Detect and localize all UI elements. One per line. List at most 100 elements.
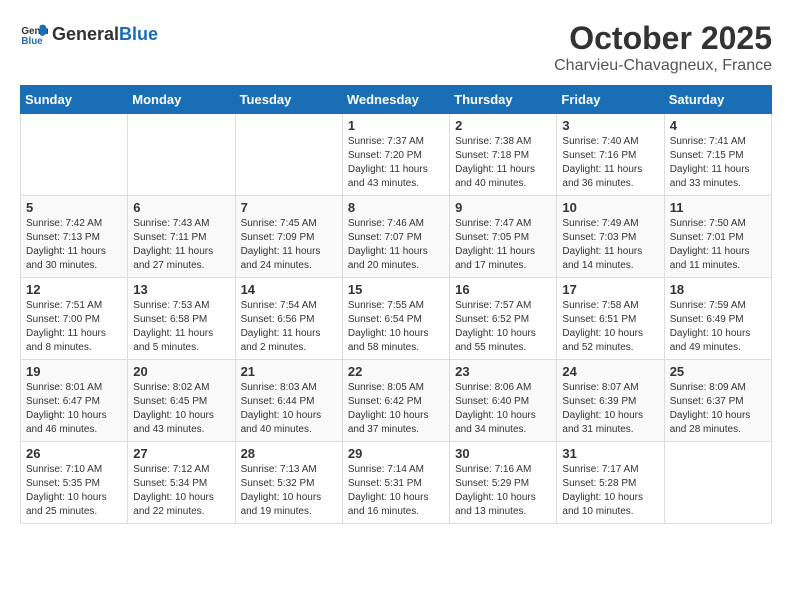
day-info: Sunrise: 7:59 AM Sunset: 6:49 PM Dayligh… [670, 299, 766, 355]
svg-text:Blue: Blue [21, 36, 43, 47]
logo-icon: General Blue [20, 20, 48, 48]
calendar-cell [235, 114, 342, 196]
calendar-cell: 20 Sunrise: 8:02 AM Sunset: 6:45 PM Dayli… [128, 360, 235, 442]
day-number: 2 [455, 118, 551, 133]
logo: General Blue GeneralBlue [20, 20, 158, 48]
calendar-cell: 28 Sunrise: 7:13 AM Sunset: 5:32 PM Dayli… [235, 442, 342, 524]
calendar-cell [128, 114, 235, 196]
day-info: Sunrise: 7:45 AM Sunset: 7:09 PM Dayligh… [241, 217, 337, 273]
weekday-header-row: SundayMondayTuesdayWednesdayThursdayFrid… [21, 86, 772, 114]
location-title: Charvieu-Chavagneux, France [554, 57, 772, 75]
day-number: 6 [133, 200, 229, 215]
week-row-5: 26 Sunrise: 7:10 AM Sunset: 5:35 PM Dayli… [21, 442, 772, 524]
day-info: Sunrise: 7:17 AM Sunset: 5:28 PM Dayligh… [562, 463, 658, 519]
calendar-cell: 8 Sunrise: 7:46 AM Sunset: 7:07 PM Daylig… [342, 196, 449, 278]
calendar-cell [21, 114, 128, 196]
calendar-cell: 12 Sunrise: 7:51 AM Sunset: 7:00 PM Dayli… [21, 278, 128, 360]
calendar-cell: 13Sunrise: 7:53 AM Sunset: 6:58 PM Dayli… [128, 278, 235, 360]
day-info: Sunrise: 7:42 AM Sunset: 7:13 PM Dayligh… [26, 217, 122, 273]
day-number: 28 [241, 446, 337, 461]
day-number: 14 [241, 282, 337, 297]
day-number: 12 [26, 282, 122, 297]
calendar-cell: 15 Sunrise: 7:55 AM Sunset: 6:54 PM Dayli… [342, 278, 449, 360]
day-info: Sunrise: 7:46 AM Sunset: 7:07 PM Dayligh… [348, 217, 444, 273]
day-number: 3 [562, 118, 658, 133]
title-area: October 2025 Charvieu-Chavagneux, France [554, 20, 772, 75]
day-number: 24 [562, 364, 658, 379]
calendar-cell: 14 Sunrise: 7:54 AM Sunset: 6:56 PM Dayli… [235, 278, 342, 360]
day-info: Sunrise: 7:57 AM Sunset: 6:52 PM Dayligh… [455, 299, 551, 355]
calendar-cell: 27Sunrise: 7:12 AM Sunset: 5:34 PM Dayli… [128, 442, 235, 524]
logo-blue-text: Blue [119, 24, 158, 45]
day-info: Sunrise: 8:07 AM Sunset: 6:39 PM Dayligh… [562, 381, 658, 437]
day-number: 1 [348, 118, 444, 133]
day-number: 15 [348, 282, 444, 297]
calendar-cell [664, 442, 771, 524]
day-number: 31 [562, 446, 658, 461]
calendar-cell: 11 Sunrise: 7:50 AM Sunset: 7:01 PM Dayli… [664, 196, 771, 278]
day-number: 29 [348, 446, 444, 461]
weekday-header-sunday: Sunday [21, 86, 128, 114]
calendar-cell: 7 Sunrise: 7:45 AM Sunset: 7:09 PM Daylig… [235, 196, 342, 278]
day-info: Sunrise: 7:10 AM Sunset: 5:35 PM Dayligh… [26, 463, 122, 519]
day-info: Sunrise: 7:38 AM Sunset: 7:18 PM Dayligh… [455, 135, 551, 191]
day-number: 18 [670, 282, 766, 297]
day-number: 25 [670, 364, 766, 379]
day-number: 20 [133, 364, 229, 379]
day-number: 11 [670, 200, 766, 215]
day-info: Sunrise: 7:40 AM Sunset: 7:16 PM Dayligh… [562, 135, 658, 191]
calendar-cell: 5Sunrise: 7:42 AM Sunset: 7:13 PM Daylig… [21, 196, 128, 278]
calendar-cell: 23 Sunrise: 8:06 AM Sunset: 6:40 PM Dayli… [450, 360, 557, 442]
day-number: 23 [455, 364, 551, 379]
day-info: Sunrise: 7:12 AM Sunset: 5:34 PM Dayligh… [133, 463, 229, 519]
day-info: Sunrise: 7:50 AM Sunset: 7:01 PM Dayligh… [670, 217, 766, 273]
calendar-cell: 22 Sunrise: 8:05 AM Sunset: 6:42 PM Dayli… [342, 360, 449, 442]
calendar-cell: 19Sunrise: 8:01 AM Sunset: 6:47 PM Dayli… [21, 360, 128, 442]
day-info: Sunrise: 7:49 AM Sunset: 7:03 PM Dayligh… [562, 217, 658, 273]
weekday-header-thursday: Thursday [450, 86, 557, 114]
calendar-cell: 3 Sunrise: 7:40 AM Sunset: 7:16 PM Daylig… [557, 114, 664, 196]
week-row-2: 5Sunrise: 7:42 AM Sunset: 7:13 PM Daylig… [21, 196, 772, 278]
day-info: Sunrise: 7:58 AM Sunset: 6:51 PM Dayligh… [562, 299, 658, 355]
weekday-header-friday: Friday [557, 86, 664, 114]
calendar-cell: 25Sunrise: 8:09 AM Sunset: 6:37 PM Dayli… [664, 360, 771, 442]
day-number: 30 [455, 446, 551, 461]
day-number: 16 [455, 282, 551, 297]
calendar-cell: 2 Sunrise: 7:38 AM Sunset: 7:18 PM Daylig… [450, 114, 557, 196]
day-info: Sunrise: 8:05 AM Sunset: 6:42 PM Dayligh… [348, 381, 444, 437]
calendar-cell: 30Sunrise: 7:16 AM Sunset: 5:29 PM Dayli… [450, 442, 557, 524]
day-info: Sunrise: 7:53 AM Sunset: 6:58 PM Dayligh… [133, 299, 229, 355]
calendar-cell: 9Sunrise: 7:47 AM Sunset: 7:05 PM Daylig… [450, 196, 557, 278]
day-number: 26 [26, 446, 122, 461]
day-number: 22 [348, 364, 444, 379]
day-info: Sunrise: 7:55 AM Sunset: 6:54 PM Dayligh… [348, 299, 444, 355]
day-number: 8 [348, 200, 444, 215]
calendar-cell: 29Sunrise: 7:14 AM Sunset: 5:31 PM Dayli… [342, 442, 449, 524]
calendar-cell: 10 Sunrise: 7:49 AM Sunset: 7:03 PM Dayli… [557, 196, 664, 278]
calendar-cell: 24 Sunrise: 8:07 AM Sunset: 6:39 PM Dayli… [557, 360, 664, 442]
day-info: Sunrise: 7:47 AM Sunset: 7:05 PM Dayligh… [455, 217, 551, 273]
week-row-4: 19Sunrise: 8:01 AM Sunset: 6:47 PM Dayli… [21, 360, 772, 442]
day-info: Sunrise: 7:13 AM Sunset: 5:32 PM Dayligh… [241, 463, 337, 519]
day-info: Sunrise: 7:41 AM Sunset: 7:15 PM Dayligh… [670, 135, 766, 191]
week-row-1: 1Sunrise: 7:37 AM Sunset: 7:20 PM Daylig… [21, 114, 772, 196]
day-info: Sunrise: 8:02 AM Sunset: 6:45 PM Dayligh… [133, 381, 229, 437]
day-info: Sunrise: 7:54 AM Sunset: 6:56 PM Dayligh… [241, 299, 337, 355]
weekday-header-monday: Monday [128, 86, 235, 114]
weekday-header-tuesday: Tuesday [235, 86, 342, 114]
weekday-header-saturday: Saturday [664, 86, 771, 114]
day-number: 7 [241, 200, 337, 215]
calendar-cell: 4Sunrise: 7:41 AM Sunset: 7:15 PM Daylig… [664, 114, 771, 196]
day-number: 17 [562, 282, 658, 297]
day-info: Sunrise: 8:03 AM Sunset: 6:44 PM Dayligh… [241, 381, 337, 437]
calendar-cell: 1Sunrise: 7:37 AM Sunset: 7:20 PM Daylig… [342, 114, 449, 196]
calendar-cell: 17 Sunrise: 7:58 AM Sunset: 6:51 PM Dayli… [557, 278, 664, 360]
calendar-cell: 18 Sunrise: 7:59 AM Sunset: 6:49 PM Dayli… [664, 278, 771, 360]
calendar: SundayMondayTuesdayWednesdayThursdayFrid… [20, 85, 772, 524]
day-info: Sunrise: 8:06 AM Sunset: 6:40 PM Dayligh… [455, 381, 551, 437]
day-info: Sunrise: 7:51 AM Sunset: 7:00 PM Dayligh… [26, 299, 122, 355]
calendar-cell: 16 Sunrise: 7:57 AM Sunset: 6:52 PM Dayli… [450, 278, 557, 360]
day-number: 10 [562, 200, 658, 215]
calendar-cell: 21Sunrise: 8:03 AM Sunset: 6:44 PM Dayli… [235, 360, 342, 442]
month-title: October 2025 [554, 20, 772, 57]
